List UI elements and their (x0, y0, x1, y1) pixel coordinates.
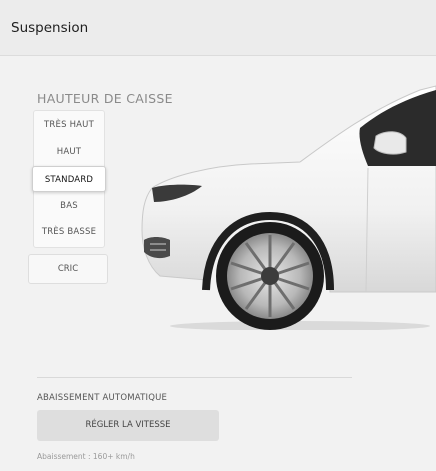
ride-height-selector: TRÈS HAUT HAUT STANDARD BAS TRÈS BASSE (32, 110, 106, 248)
ride-height-option-standard[interactable]: STANDARD (32, 166, 106, 192)
side-mirror (373, 131, 407, 155)
car-shadow (170, 321, 430, 330)
jack-button[interactable]: CRIC (28, 254, 108, 284)
ride-height-option-very-low[interactable]: TRÈS BASSE (34, 219, 104, 245)
air-intake (144, 237, 170, 259)
set-speed-button[interactable]: RÉGLER LA VITESSE (37, 410, 219, 441)
header: Suspension (0, 0, 436, 56)
section-divider (37, 377, 352, 378)
ride-height-option-high[interactable]: HAUT (34, 139, 104, 165)
ride-height-option-very-high[interactable]: TRÈS HAUT (34, 112, 104, 138)
lowering-speed-info: Abaissement : 160+ km/h (37, 452, 135, 461)
page-title: Suspension (11, 20, 89, 36)
auto-lowering-label: ABAISSEMENT AUTOMATIQUE (37, 393, 168, 403)
ride-height-option-low[interactable]: BAS (34, 193, 104, 219)
wheel-hub (261, 267, 279, 285)
car-image (141, 85, 436, 330)
